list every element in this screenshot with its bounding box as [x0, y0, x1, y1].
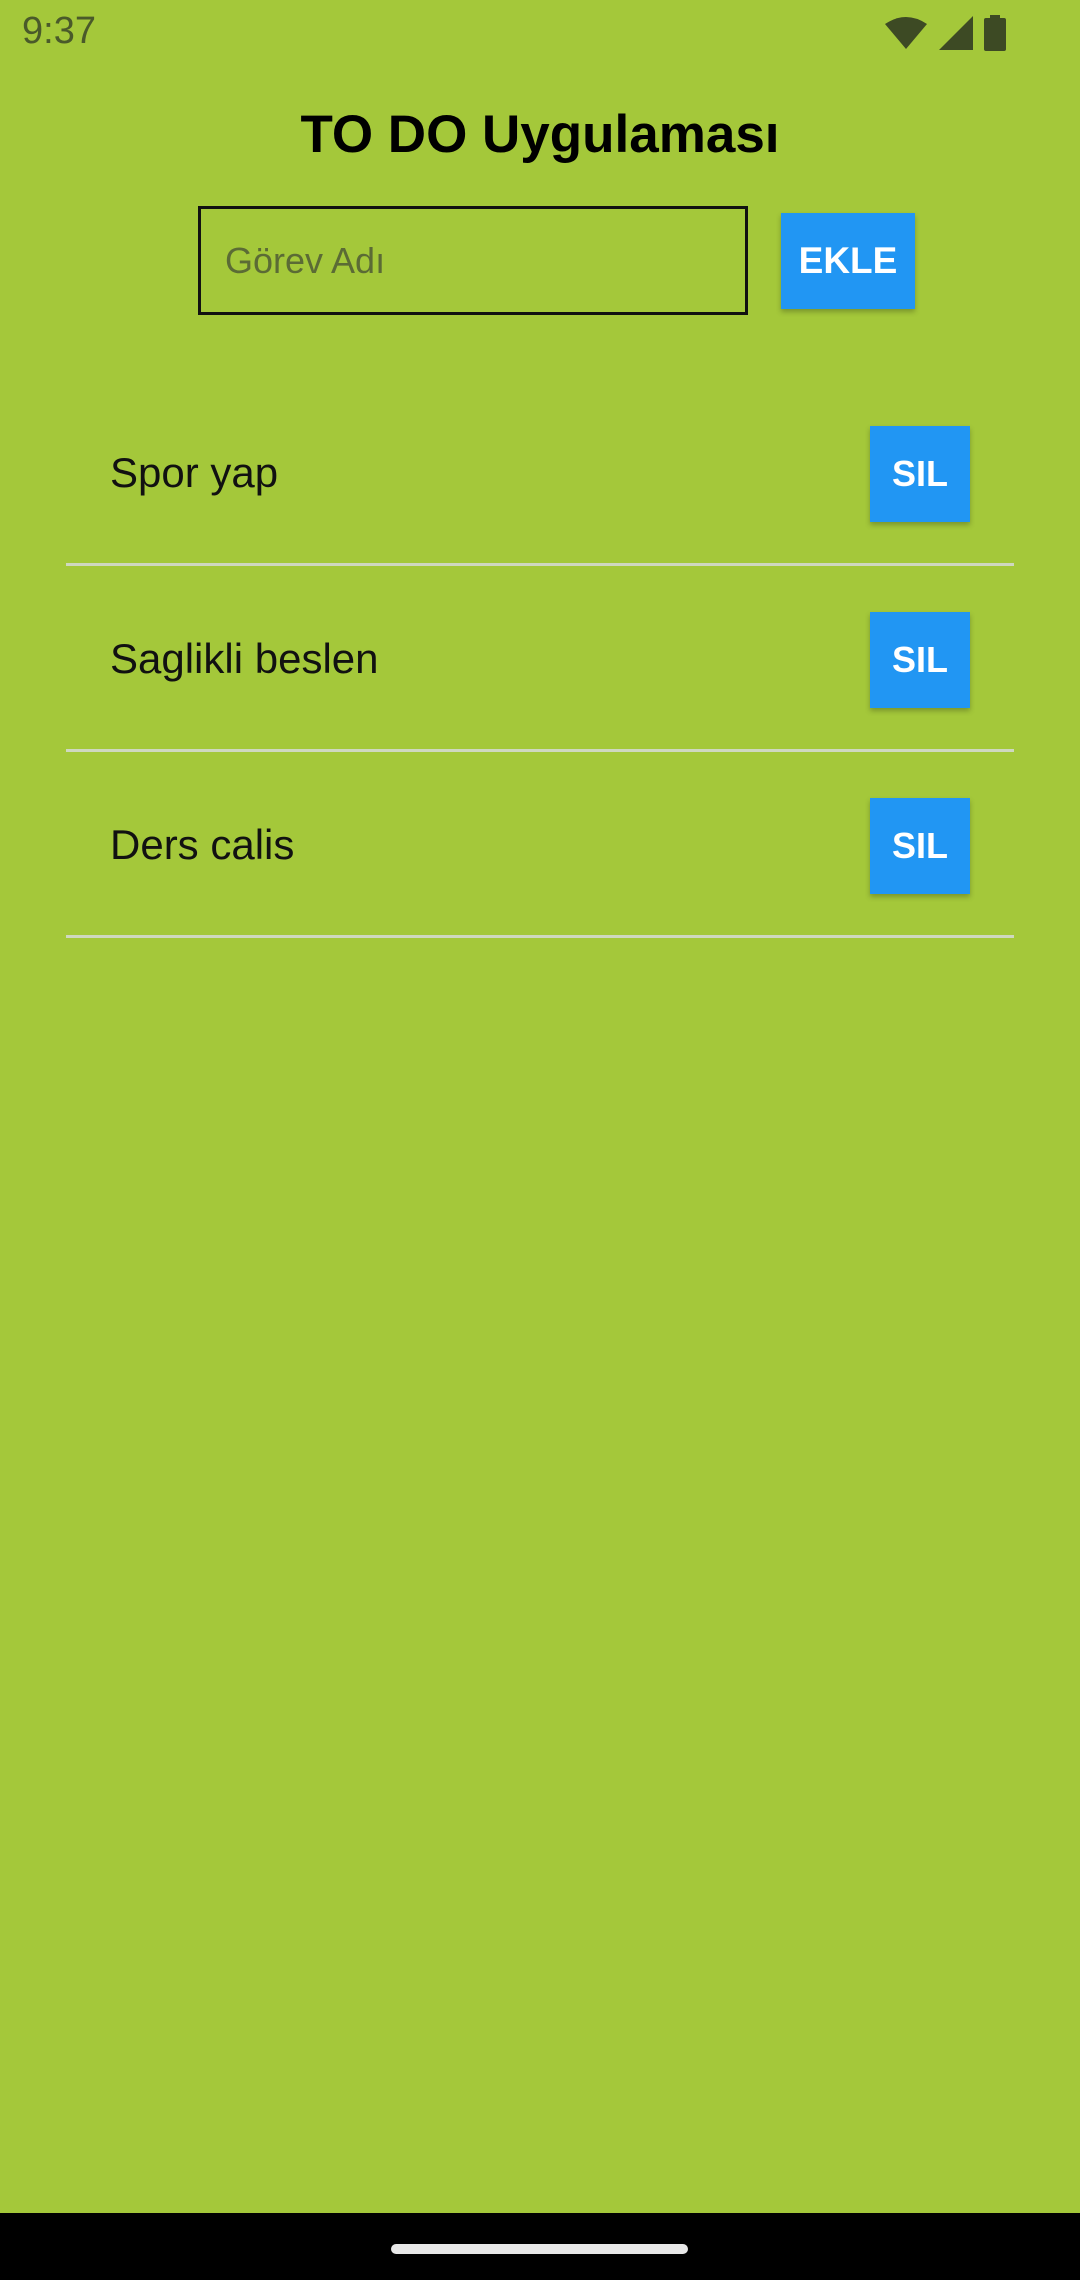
app-screen: 9:37 TO DO Uygulaması EKLE [0, 0, 1080, 2280]
page-title: TO DO Uygulaması [300, 105, 780, 164]
status-time: 9:37 [22, 10, 96, 52]
task-name-input[interactable] [198, 206, 748, 315]
navigation-bar [0, 2213, 1080, 2280]
wifi-icon [884, 16, 928, 50]
task-row: Spor yap SIL [66, 380, 1014, 566]
battery-icon [984, 15, 1006, 51]
status-icons [884, 14, 1006, 52]
home-gesture-handle[interactable] [391, 2244, 688, 2254]
task-row: Saglikli beslen SIL [66, 566, 1014, 752]
delete-task-button[interactable]: SIL [870, 798, 970, 894]
task-text: Spor yap [110, 449, 279, 496]
task-row: Ders calis SIL [66, 752, 1014, 938]
task-text: Saglikli beslen [110, 635, 379, 682]
task-text: Ders calis [110, 821, 295, 868]
delete-task-button[interactable]: SIL [870, 612, 970, 708]
status-bar: 9:37 [0, 0, 1080, 66]
cellular-signal-icon [938, 15, 974, 51]
delete-task-button[interactable]: SIL [870, 426, 970, 522]
add-task-button[interactable]: EKLE [781, 213, 915, 309]
task-list: Spor yap SIL Saglikli beslen SIL Ders ca… [66, 380, 1014, 938]
